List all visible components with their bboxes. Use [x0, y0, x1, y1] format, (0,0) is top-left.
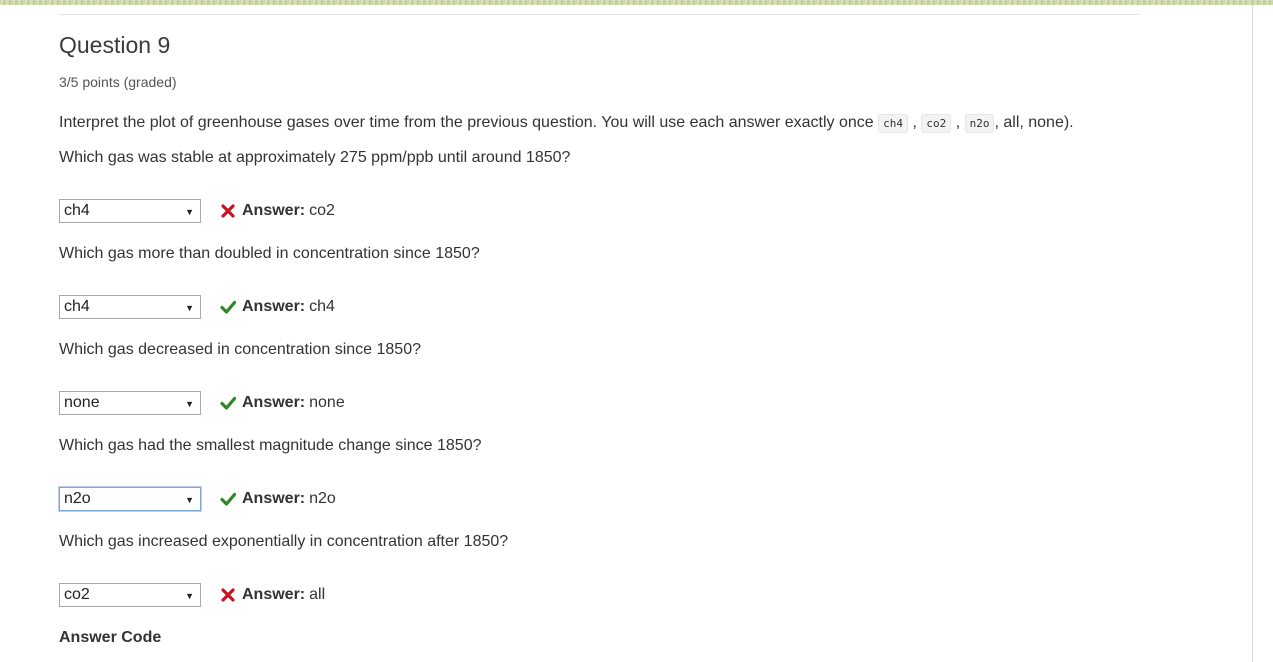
- item-4-row: n2o ▼ Answer: n2o: [59, 486, 336, 512]
- caret-down-icon: ▼: [185, 495, 194, 505]
- right-border: [1252, 5, 1253, 662]
- caret-down-icon: ▼: [185, 207, 194, 217]
- x-icon: [221, 588, 235, 602]
- item-2-selected: ch4: [64, 298, 90, 315]
- item-1-dropdown[interactable]: ch4 ▼: [59, 199, 201, 223]
- checkmark-icon: [220, 492, 236, 506]
- item-3-feedback: Answer: none: [220, 394, 345, 412]
- item-3-selected: none: [64, 394, 100, 411]
- item-4-prompt: Which gas had the smallest magnitude cha…: [59, 437, 482, 454]
- item-5-row: co2 ▼ Answer: all: [59, 582, 325, 608]
- item-4-feedback: Answer: n2o: [220, 490, 336, 508]
- caret-down-icon: ▼: [185, 591, 194, 601]
- checkmark-icon: [220, 300, 236, 314]
- points-status: 3/5 points (graded): [59, 74, 177, 90]
- item-2-row: ch4 ▼ Answer: ch4: [59, 294, 335, 320]
- item-4-answer-label: Answer:: [242, 490, 306, 507]
- item-2-feedback: Answer: ch4: [220, 298, 335, 316]
- item-3-dropdown[interactable]: none ▼: [59, 391, 201, 415]
- checkmark-icon: [220, 396, 236, 410]
- caret-down-icon: ▼: [185, 399, 194, 409]
- intro-text: Interpret the plot of greenhouse gases o…: [59, 114, 874, 131]
- item-4-selected: n2o: [64, 490, 91, 507]
- item-1-answer-label: Answer:: [242, 202, 306, 219]
- item-5-answer: all: [309, 586, 326, 603]
- item-3-answer-label: Answer:: [242, 394, 306, 411]
- item-5-selected: co2: [64, 586, 90, 603]
- item-5-dropdown[interactable]: co2 ▼: [59, 583, 201, 607]
- item-2-dropdown[interactable]: ch4 ▼: [59, 295, 201, 319]
- intro-suffix: , all, none).: [994, 114, 1074, 131]
- item-1-row: ch4 ▼ Answer: co2: [59, 198, 335, 224]
- code-ch4: ch4: [878, 114, 909, 133]
- item-1-selected: ch4: [64, 202, 90, 219]
- item-1-prompt: Which gas was stable at approximately 27…: [59, 149, 571, 166]
- item-3-answer: none: [309, 394, 345, 411]
- x-icon: [221, 204, 235, 218]
- item-4-answer: n2o: [309, 490, 336, 507]
- page-top-stripe: [0, 0, 1273, 5]
- item-4-dropdown[interactable]: n2o ▼: [59, 487, 201, 511]
- item-3-prompt: Which gas decreased in concentration sin…: [59, 341, 421, 358]
- item-2-answer-label: Answer:: [242, 298, 306, 315]
- item-2-prompt: Which gas more than doubled in concentra…: [59, 245, 480, 262]
- question-title: Question 9: [59, 32, 171, 58]
- item-2-answer: ch4: [309, 298, 335, 315]
- caret-down-icon: ▼: [185, 303, 194, 313]
- question-intro: Interpret the plot of greenhouse gases o…: [59, 114, 1074, 133]
- answer-code-heading: Answer Code: [59, 629, 162, 646]
- item-5-feedback: Answer: all: [220, 586, 325, 604]
- item-5-prompt: Which gas increased exponentially in con…: [59, 533, 509, 550]
- item-1-feedback: Answer: co2: [220, 202, 335, 220]
- code-co2: co2: [921, 114, 952, 133]
- code-n2o: n2o: [964, 114, 995, 133]
- item-3-row: none ▼ Answer: none: [59, 390, 345, 416]
- header-divider: [59, 14, 1139, 15]
- item-5-answer-label: Answer:: [242, 586, 306, 603]
- item-1-answer: co2: [309, 202, 335, 219]
